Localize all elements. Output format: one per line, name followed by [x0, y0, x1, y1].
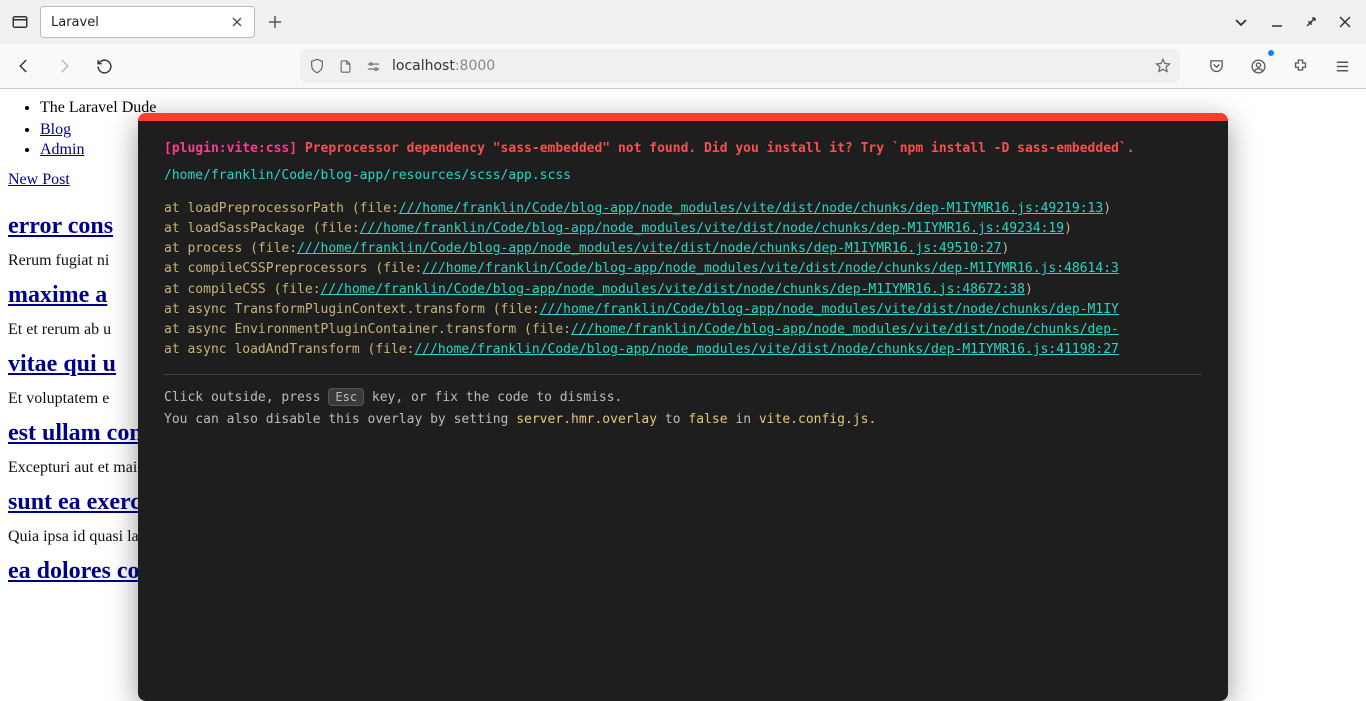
code-snippet: server.hmr.overlay: [516, 412, 657, 427]
plugin-tag: [plugin:vite:css]: [164, 141, 297, 156]
post-title-link[interactable]: vitae qui u: [8, 351, 116, 377]
code-snippet: vite.config.js: [759, 412, 869, 427]
window-close-button[interactable]: [1336, 13, 1354, 31]
stack-link[interactable]: ///home/franklin/Code/blog-app/node_modu…: [399, 201, 1103, 216]
browser-tab-active[interactable]: Laravel: [40, 6, 255, 38]
tab-bar: Laravel: [0, 0, 1366, 44]
error-file-path[interactable]: /home/franklin/Code/blog-app/resources/s…: [164, 168, 1202, 183]
account-icon[interactable]: [1244, 52, 1272, 80]
forward-button[interactable]: [50, 52, 78, 80]
permissions-icon[interactable]: [364, 57, 382, 75]
overlay-tip: Click outside, press Esc key, or fix the…: [164, 387, 1202, 431]
post-title-link[interactable]: error cons: [8, 213, 113, 239]
new-post-link[interactable]: New Post: [8, 171, 70, 189]
nav-link-admin[interactable]: Admin: [40, 141, 84, 158]
nav-bar: localhost:8000: [0, 44, 1366, 88]
overlay-topbar: [138, 113, 1228, 121]
post-title-link[interactable]: maxime a: [8, 282, 107, 308]
stack-line: at loadPreprocessorPath (file:///home/fr…: [164, 199, 1202, 219]
bookmark-star-icon[interactable]: [1154, 57, 1172, 75]
stack-line: at compileCSS (file:///home/franklin/Cod…: [164, 280, 1202, 300]
stack-trace: at loadPreprocessorPath (file:///home/fr…: [164, 199, 1202, 360]
error-message: Preprocessor dependency "sass-embedded" …: [305, 141, 1135, 156]
stack-link[interactable]: ///home/franklin/Code/blog-app/node_modu…: [571, 322, 1119, 337]
browser-chrome: Laravel: [0, 0, 1366, 89]
window-restore-button[interactable]: [1302, 13, 1320, 31]
list-tabs-button[interactable]: [1230, 11, 1252, 33]
reload-button[interactable]: [90, 52, 118, 80]
stack-link[interactable]: ///home/franklin/Code/blog-app/node_modu…: [540, 302, 1119, 317]
new-tab-button[interactable]: [261, 8, 289, 36]
stack-link[interactable]: ///home/franklin/Code/blog-app/node_modu…: [321, 282, 1025, 297]
tab-close-button[interactable]: [228, 13, 246, 31]
stack-line: at loadSassPackage (file:///home/frankli…: [164, 219, 1202, 239]
stack-line: at async TransformPluginContext.transfor…: [164, 300, 1202, 320]
stack-line: at async EnvironmentPluginContainer.tran…: [164, 320, 1202, 340]
tab-bar-right: [1230, 11, 1360, 33]
url-bar[interactable]: localhost:8000: [300, 49, 1180, 83]
code-snippet: false: [688, 412, 727, 427]
back-button[interactable]: [10, 52, 38, 80]
overlay-body: [plugin:vite:css] Preprocessor dependenc…: [138, 121, 1228, 447]
stack-line: at compileCSSPreprocessors (file:///home…: [164, 259, 1202, 279]
stack-link[interactable]: ///home/franklin/Code/blog-app/node_modu…: [414, 342, 1118, 357]
app-menu-button[interactable]: [1328, 52, 1356, 80]
stack-line: at async loadAndTransform (file:///home/…: [164, 340, 1202, 360]
esc-key: Esc: [328, 388, 364, 406]
window-minimize-button[interactable]: [1268, 13, 1286, 31]
nav-bar-right: [1202, 52, 1356, 80]
tab-title: Laravel: [51, 15, 99, 30]
pocket-icon[interactable]: [1202, 52, 1230, 80]
stack-link[interactable]: ///home/franklin/Code/blog-app/node_modu…: [360, 221, 1064, 236]
stack-link[interactable]: ///home/franklin/Code/blog-app/node_modu…: [297, 241, 1001, 256]
stack-line: at process (file:///home/franklin/Code/b…: [164, 239, 1202, 259]
vite-error-overlay: [plugin:vite:css] Preprocessor dependenc…: [138, 113, 1228, 701]
stack-link[interactable]: ///home/franklin/Code/blog-app/node_modu…: [422, 261, 1119, 276]
shield-icon[interactable]: [308, 57, 326, 75]
extensions-icon[interactable]: [1286, 52, 1314, 80]
recent-pages-button[interactable]: [6, 8, 34, 36]
nav-link-blog[interactable]: Blog: [40, 121, 71, 138]
error-heading: [plugin:vite:css] Preprocessor dependenc…: [164, 141, 1202, 156]
vite-overlay-backdrop[interactable]: [plugin:vite:css] Preprocessor dependenc…: [0, 88, 1366, 701]
page-info-icon[interactable]: [336, 57, 354, 75]
divider: [164, 374, 1202, 375]
url-text: localhost:8000: [392, 58, 495, 74]
